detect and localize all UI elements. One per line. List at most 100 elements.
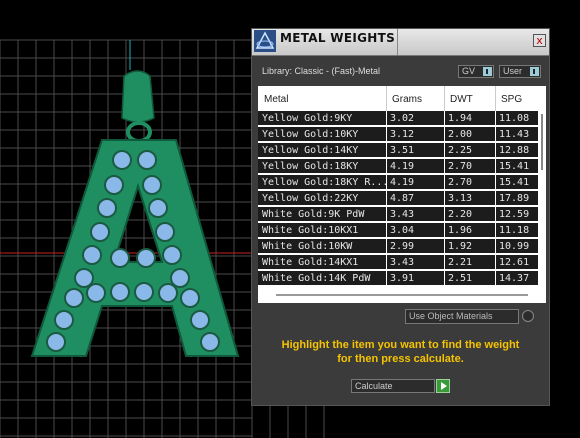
table-row[interactable]: Yellow Gold:18KY 4.19 2.70 15.41 — [258, 159, 538, 174]
cell-grams: 3.02 — [390, 113, 415, 124]
cell-grams: 4.19 — [390, 177, 415, 188]
column-divider — [444, 159, 445, 174]
column-header-spg[interactable]: SPG — [501, 94, 522, 105]
column-divider — [386, 175, 387, 190]
panel-titlebar[interactable]: METAL WEIGHTS x — [252, 29, 549, 56]
column-header-grams[interactable]: Grams — [392, 94, 422, 105]
use-object-materials-option[interactable]: Use Object Materials — [405, 309, 535, 324]
instruction-line-2: for then press calculate. — [337, 353, 464, 365]
column-divider — [444, 191, 445, 206]
gem — [90, 222, 110, 242]
table-row[interactable]: White Gold:10KW 2.99 1.92 10.99 — [258, 239, 538, 254]
gem — [110, 282, 130, 302]
cell-dwt: 2.20 — [448, 209, 473, 220]
cell-dwt: 1.96 — [448, 225, 473, 236]
column-divider — [386, 191, 387, 206]
gem — [170, 268, 190, 288]
panel-title: METAL WEIGHTS — [280, 31, 396, 45]
cell-grams: 3.51 — [390, 145, 415, 156]
dropdown-arrow-icon — [530, 67, 539, 76]
gem — [190, 310, 210, 330]
column-divider — [386, 127, 387, 142]
cell-metal: White Gold:10KX1 — [262, 225, 359, 236]
cell-metal: Yellow Gold:9KY — [262, 113, 353, 124]
column-divider — [495, 86, 496, 111]
vertical-scrollbar[interactable] — [541, 114, 543, 170]
gem — [86, 283, 106, 303]
cell-dwt: 2.70 — [448, 161, 473, 172]
cell-spg: 12.59 — [499, 209, 530, 220]
cell-metal: Yellow Gold:18KY — [262, 161, 359, 172]
cell-dwt: 1.92 — [448, 241, 473, 252]
instruction-text: Highlight the item you want to find the … — [252, 338, 549, 366]
cell-grams: 4.87 — [390, 193, 415, 204]
cell-metal: White Gold:14KX1 — [262, 257, 359, 268]
column-divider — [386, 86, 387, 111]
calculate-label[interactable]: Calculate — [351, 379, 435, 393]
calculate-button[interactable] — [436, 379, 450, 393]
gem — [180, 288, 200, 308]
gem — [200, 332, 220, 352]
gem — [74, 268, 94, 288]
cell-grams: 3.43 — [390, 257, 415, 268]
cell-grams: 3.91 — [390, 273, 415, 284]
cell-metal: Yellow Gold:14KY — [262, 145, 359, 156]
gv-dropdown[interactable]: GV — [458, 65, 494, 78]
table-header: Metal Grams DWT SPG — [258, 86, 546, 111]
user-dropdown[interactable]: User — [499, 65, 541, 78]
column-divider — [386, 143, 387, 158]
gem — [162, 245, 182, 265]
cell-dwt: 2.70 — [448, 177, 473, 188]
table-row[interactable]: Yellow Gold:10KY 3.12 2.00 11.43 — [258, 127, 538, 142]
horizontal-scrollbar[interactable] — [276, 294, 528, 296]
column-divider — [495, 223, 496, 238]
column-divider — [495, 175, 496, 190]
gem — [104, 175, 124, 195]
gem — [142, 175, 162, 195]
cell-spg: 17.89 — [499, 193, 530, 204]
gem — [112, 150, 132, 170]
dropdown-arrow-icon — [483, 67, 492, 76]
table-row[interactable]: White Gold:14K PdW 3.91 2.51 14.37 — [258, 271, 538, 286]
column-header-metal[interactable]: Metal — [264, 94, 288, 105]
column-divider — [495, 207, 496, 222]
table-row[interactable]: White Gold:9K PdW 3.43 2.20 12.59 — [258, 207, 538, 222]
column-divider — [386, 159, 387, 174]
use-object-materials-label[interactable]: Use Object Materials — [405, 309, 519, 324]
cell-dwt: 1.94 — [448, 113, 473, 124]
column-divider — [444, 175, 445, 190]
titlebar-divider — [397, 29, 398, 55]
table-row[interactable]: White Gold:10KX1 3.04 1.96 11.18 — [258, 223, 538, 238]
column-divider — [386, 223, 387, 238]
gem — [64, 288, 84, 308]
use-object-materials-radio[interactable] — [522, 310, 534, 322]
column-divider — [444, 223, 445, 238]
cell-grams: 2.99 — [390, 241, 415, 252]
cell-dwt: 2.00 — [448, 129, 473, 140]
cell-spg: 14.37 — [499, 273, 530, 284]
table-row[interactable]: Yellow Gold:18KY R... 4.19 2.70 15.41 — [258, 175, 538, 190]
column-divider — [444, 86, 445, 111]
calculate-control[interactable]: Calculate — [351, 379, 451, 393]
column-divider — [444, 255, 445, 270]
column-divider — [386, 239, 387, 254]
gem — [82, 245, 102, 265]
gem — [137, 150, 157, 170]
column-divider — [444, 239, 445, 254]
table-row[interactable]: White Gold:14KX1 3.43 2.21 12.61 — [258, 255, 538, 270]
table-row[interactable]: Yellow Gold:22KY 4.87 3.13 17.89 — [258, 191, 538, 206]
table-row[interactable]: Yellow Gold:14KY 3.51 2.25 12.88 — [258, 143, 538, 158]
table-row[interactable]: Yellow Gold:9KY 3.02 1.94 11.08 — [258, 111, 538, 126]
cell-spg: 10.99 — [499, 241, 530, 252]
metal-table: Metal Grams DWT SPG Yellow Gold:9KY 3.02 1… — [258, 86, 546, 303]
column-divider — [495, 159, 496, 174]
column-header-dwt[interactable]: DWT — [450, 94, 473, 105]
close-button[interactable]: x — [533, 34, 546, 47]
library-label: Library: Classic - (Fast)-Metal — [262, 66, 381, 76]
pendant-letter-a[interactable] — [30, 70, 240, 357]
column-divider — [495, 255, 496, 270]
column-divider — [386, 255, 387, 270]
gem — [46, 332, 66, 352]
column-divider — [444, 111, 445, 126]
gem — [136, 248, 156, 268]
